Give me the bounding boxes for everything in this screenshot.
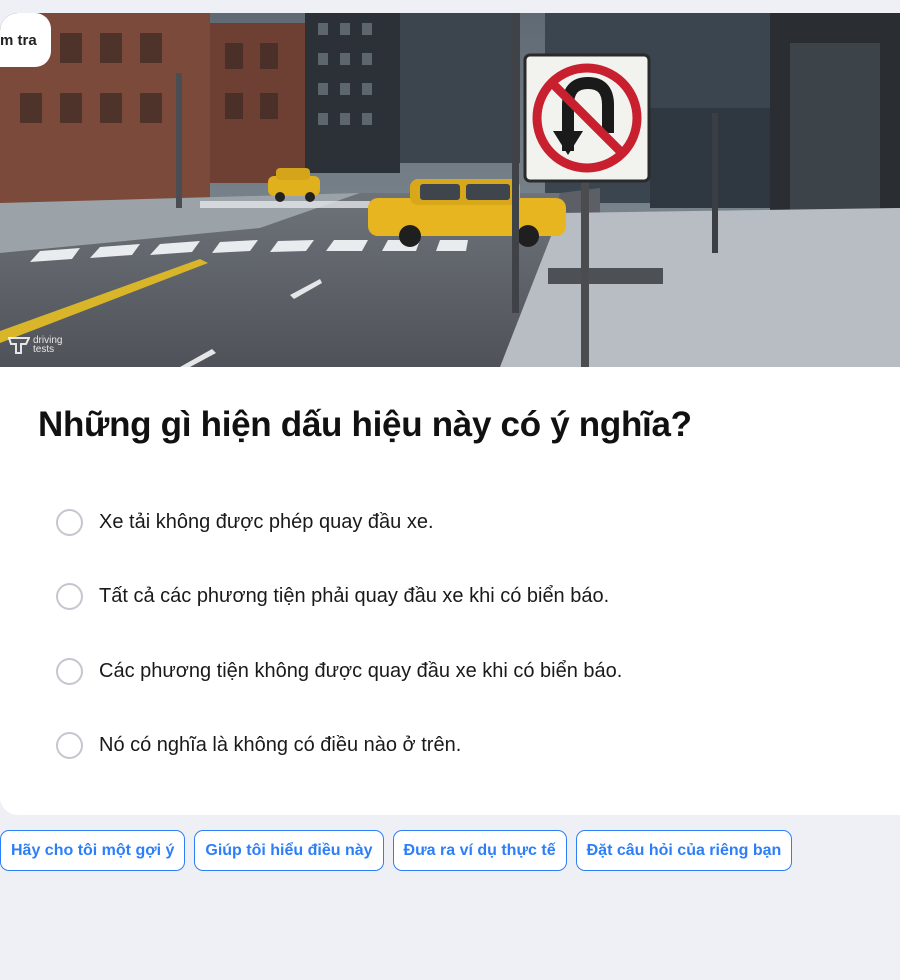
driving-tests-logo-icon	[8, 337, 30, 354]
hint-button[interactable]: Hãy cho tôi một gợi ý	[0, 830, 186, 871]
explain-button[interactable]: Giúp tôi hiểu điều này	[194, 830, 384, 871]
question-title: Những gì hiện dấu hiệu này có ý nghĩa?	[38, 405, 692, 444]
mode-tag-label: m tra	[0, 31, 37, 49]
answer-option-label: Các phương tiện không được quay đầu xe k…	[99, 659, 623, 682]
ask-own-question-button[interactable]: Đặt câu hỏi của riêng bạn	[575, 830, 793, 871]
answer-option-label: Tất cả các phương tiện phải quay đầu xe …	[99, 585, 610, 607]
answer-options: Xe tải không được phép quay đầu xe. Tất …	[56, 507, 622, 805]
real-example-button[interactable]: Đưa ra ví dụ thực tế	[392, 830, 567, 871]
radio-unchecked-icon[interactable]	[56, 732, 83, 759]
answer-option-label: Xe tải không được phép quay đầu xe.	[99, 510, 434, 533]
radio-unchecked-icon[interactable]	[56, 657, 83, 685]
radio-unchecked-icon[interactable]	[56, 508, 83, 536]
radio-unchecked-icon[interactable]	[56, 583, 83, 610]
suggestion-chips: Hãy cho tôi một gợi ý Giúp tôi hiểu điều…	[0, 830, 801, 871]
question-image	[0, 13, 900, 367]
answer-option[interactable]: Tất cả các phương tiện phải quay đầu xe …	[56, 582, 622, 612]
driving-tests-logo: driving tests	[8, 336, 62, 355]
question-card: driving tests m tra Những gì hiện dấu hi…	[0, 13, 900, 815]
logo-line2: tests	[33, 344, 55, 355]
mode-tag[interactable]: m tra	[0, 13, 51, 67]
answer-option[interactable]: Xe tải không được phép quay đầu xe.	[56, 507, 622, 537]
answer-option[interactable]: Các phương tiện không được quay đầu xe k…	[56, 656, 622, 686]
answer-option-label: Nó có nghĩa là không có điều nào ở trên.	[99, 734, 462, 756]
answer-option[interactable]: Nó có nghĩa là không có điều nào ở trên.	[56, 731, 622, 761]
